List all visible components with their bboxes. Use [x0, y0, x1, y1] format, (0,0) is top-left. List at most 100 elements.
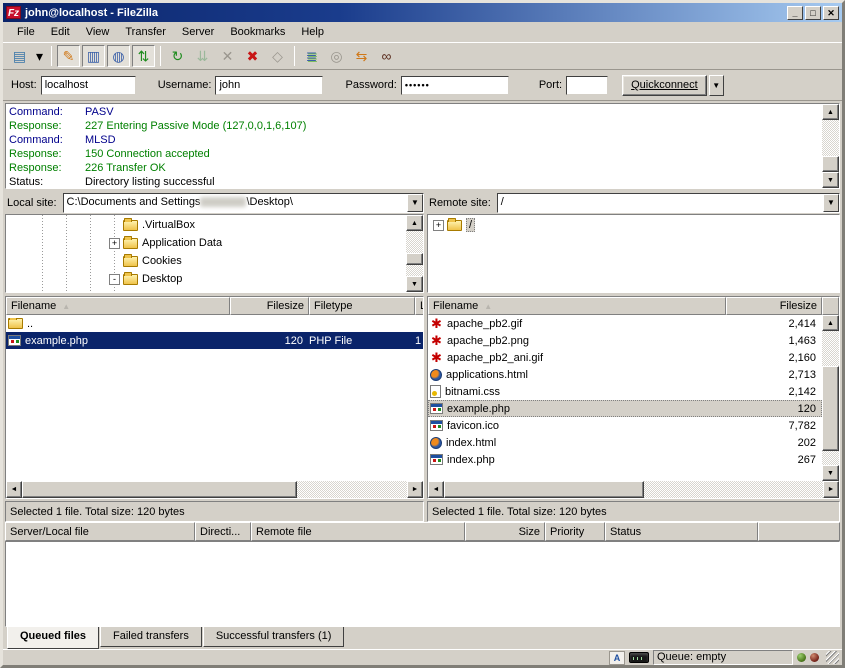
tree-item[interactable]: Cookies: [6, 252, 406, 270]
menu-bookmarks[interactable]: Bookmarks: [222, 24, 293, 40]
collapse-icon[interactable]: -: [109, 274, 120, 285]
tree-item[interactable]: -Desktop: [6, 270, 406, 288]
toggle-message-log-button[interactable]: ✎: [57, 45, 80, 67]
site-manager-button[interactable]: ▤: [8, 45, 31, 67]
scrollbar-thumb[interactable]: [22, 481, 297, 498]
scroll-up-icon[interactable]: ▲: [822, 104, 839, 120]
column-header-last-modified[interactable]: L: [415, 297, 424, 315]
tree-item[interactable]: .VirtualBox: [6, 216, 406, 234]
tab-queued-files[interactable]: Queued files: [7, 627, 99, 649]
transfer-queue-panel: Server/Local file Directi... Remote file…: [3, 522, 842, 649]
column-header-server-local-file[interactable]: Server/Local file: [5, 522, 195, 541]
file-row[interactable]: ..: [6, 315, 423, 332]
log-vertical-scrollbar[interactable]: ▲ ▼: [822, 104, 839, 188]
scrollbar-thumb[interactable]: [406, 253, 423, 265]
synchronized-browsing-button[interactable]: ⇆: [350, 45, 373, 67]
column-header-filename[interactable]: Filename▲: [6, 297, 230, 315]
file-row[interactable]: applications.html2,713: [428, 366, 822, 383]
file-row[interactable]: index.php267: [428, 451, 822, 468]
reconnect-button[interactable]: ◇: [266, 45, 289, 67]
scrollbar-thumb[interactable]: [822, 366, 839, 451]
remote-site-label: Remote site:: [427, 197, 497, 209]
menu-bar: File Edit View Transfer Server Bookmarks…: [3, 22, 842, 43]
remote-vertical-scrollbar[interactable]: ▲ ▼: [822, 315, 839, 481]
tree-item[interactable]: + /: [428, 216, 839, 234]
disconnect-button[interactable]: ✖: [241, 45, 264, 67]
scroll-left-icon[interactable]: ◄: [6, 481, 22, 498]
close-button[interactable]: ✕: [823, 6, 839, 20]
column-header-status[interactable]: Status: [605, 522, 758, 541]
scroll-up-icon[interactable]: ▲: [822, 315, 839, 331]
menu-view[interactable]: View: [78, 24, 118, 40]
refresh-button[interactable]: ↻: [166, 45, 189, 67]
file-row[interactable]: bitnami.css2,142: [428, 383, 822, 400]
scroll-right-icon[interactable]: ►: [823, 481, 839, 498]
menu-file[interactable]: File: [9, 24, 43, 40]
scroll-up-icon[interactable]: ▲: [406, 215, 423, 231]
chevron-down-icon[interactable]: ▼: [823, 194, 839, 212]
password-label: Password:: [345, 79, 396, 91]
scroll-down-icon[interactable]: ▼: [406, 276, 423, 292]
local-tree-scrollbar[interactable]: ▲ ▼: [406, 215, 423, 292]
file-row[interactable]: index.html202: [428, 434, 822, 451]
port-input[interactable]: [566, 76, 608, 95]
file-row[interactable]: ✱apache_pb2.gif2,414: [428, 315, 822, 332]
scrollbar-thumb[interactable]: [822, 156, 839, 172]
directory-comparison-button[interactable]: ◎: [325, 45, 348, 67]
scroll-down-icon[interactable]: ▼: [822, 172, 839, 188]
chevron-down-icon[interactable]: ▼: [407, 194, 423, 212]
minimize-button[interactable]: _: [787, 6, 803, 20]
quickconnect-dropdown-button[interactable]: ▼: [709, 75, 724, 96]
scrollbar-thumb[interactable]: [444, 481, 644, 498]
column-header-filesize[interactable]: Filesize: [230, 297, 309, 315]
cancel-operation-button[interactable]: ✕: [216, 45, 239, 67]
column-header-size[interactable]: Size: [465, 522, 545, 541]
scroll-right-icon[interactable]: ►: [407, 481, 423, 498]
file-row[interactable]: ✱apache_pb2_ani.gif2,160: [428, 349, 822, 366]
quickconnect-button[interactable]: Quickconnect: [622, 75, 707, 96]
column-header-filetype[interactable]: Filetype: [309, 297, 415, 315]
toggle-remote-tree-button[interactable]: ◍: [107, 45, 130, 67]
host-input[interactable]: [41, 76, 136, 95]
image-file-icon: ✱: [430, 352, 443, 364]
toggle-queue-button[interactable]: ⇅: [132, 45, 155, 67]
toggle-local-tree-button[interactable]: ▥: [82, 45, 105, 67]
expand-icon[interactable]: +: [433, 220, 444, 231]
maximize-button[interactable]: □: [805, 6, 821, 20]
expand-icon[interactable]: +: [109, 238, 120, 249]
tab-failed-transfers[interactable]: Failed transfers: [100, 627, 202, 647]
tree-item[interactable]: +Application Data: [6, 234, 406, 252]
tab-successful-transfers[interactable]: Successful transfers (1): [203, 627, 345, 647]
filter-button[interactable]: ≣: [300, 45, 323, 67]
speed-limit-icon: [629, 652, 649, 663]
column-header-filesize[interactable]: Filesize: [726, 297, 822, 315]
css-file-icon: [430, 385, 441, 398]
username-input[interactable]: [215, 76, 323, 95]
menu-transfer[interactable]: Transfer: [117, 24, 174, 40]
password-input[interactable]: [401, 76, 509, 95]
column-header-direction[interactable]: Directi...: [195, 522, 251, 541]
menu-server[interactable]: Server: [174, 24, 222, 40]
menu-help[interactable]: Help: [293, 24, 332, 40]
remote-horizontal-scrollbar[interactable]: ◄ ►: [428, 481, 839, 498]
local-site-combobox[interactable]: C:\Documents and Settings\Desktop\ ▼: [63, 193, 424, 213]
queue-list[interactable]: [5, 541, 840, 627]
menu-edit[interactable]: Edit: [43, 24, 78, 40]
scroll-down-icon[interactable]: ▼: [822, 465, 839, 481]
column-header-filename[interactable]: Filename▲: [428, 297, 726, 315]
local-horizontal-scrollbar[interactable]: ◄ ►: [6, 481, 423, 498]
file-row-selected[interactable]: example.php 120 PHP File 1: [6, 332, 423, 349]
site-manager-dropdown-button[interactable]: ▾: [33, 45, 46, 67]
file-row-selected[interactable]: example.php120: [428, 400, 822, 417]
process-queue-button[interactable]: ⇊: [191, 45, 214, 67]
find-files-button[interactable]: ∞: [375, 45, 398, 67]
file-row[interactable]: favicon.ico7,782: [428, 417, 822, 434]
column-header-remote-file[interactable]: Remote file: [251, 522, 465, 541]
remote-site-combobox[interactable]: / ▼: [497, 193, 840, 213]
sort-ascending-icon: ▲: [484, 302, 492, 311]
scroll-left-icon[interactable]: ◄: [428, 481, 444, 498]
column-header-priority[interactable]: Priority: [545, 522, 605, 541]
resize-grip[interactable]: [826, 651, 839, 664]
message-log: Command:PASV Response:227 Entering Passi…: [6, 104, 822, 188]
file-row[interactable]: ✱apache_pb2.png1,463: [428, 332, 822, 349]
